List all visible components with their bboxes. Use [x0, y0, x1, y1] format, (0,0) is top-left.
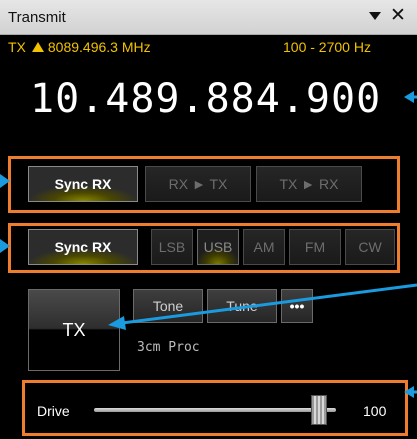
- window-title: Transmit: [8, 9, 66, 26]
- more-label: •••: [289, 298, 305, 314]
- mode-button-cw[interactable]: CW: [345, 229, 395, 265]
- close-icon[interactable]: ✕: [388, 6, 408, 26]
- tone-label: Tone: [152, 298, 184, 314]
- tune-button[interactable]: Tune: [207, 289, 277, 323]
- mode-button-fm[interactable]: FM: [289, 229, 341, 265]
- mode-label-fm: FM: [304, 239, 326, 255]
- mode-button-am[interactable]: AM: [243, 229, 285, 265]
- tx-frequency-value: 8089.496.3 MHz: [47, 39, 151, 55]
- drive-value: 100: [363, 403, 387, 419]
- frequency-display[interactable]: 10.489.884.900: [30, 76, 381, 122]
- sync-rx-label: Sync RX: [54, 239, 112, 255]
- drive-slider-thumb[interactable]: [310, 395, 327, 425]
- tx-frequency-readout: TX 8089.496.3 MHz: [8, 39, 151, 55]
- warning-triangle-icon: [31, 42, 44, 52]
- mode-label-am: AM: [253, 239, 275, 255]
- title-bar: Transmit ✕: [0, 0, 417, 35]
- tx-to-rx-label: TX ► RX: [279, 176, 339, 192]
- rx-to-tx-button[interactable]: RX ► TX: [145, 166, 251, 202]
- sync-rx-button-row1[interactable]: Sync RX: [28, 166, 138, 202]
- sync-rx-label: Sync RX: [54, 176, 112, 192]
- more-button[interactable]: •••: [281, 289, 313, 323]
- annotation-arrow-frequency: [404, 91, 417, 103]
- drive-label: Drive: [37, 403, 70, 419]
- drive-slider-track[interactable]: [94, 408, 336, 412]
- tx-to-rx-button[interactable]: TX ► RX: [256, 166, 362, 202]
- sync-rx-button-row2[interactable]: Sync RX: [28, 229, 138, 265]
- tune-label: Tune: [226, 298, 258, 314]
- tx-button[interactable]: TX: [28, 289, 120, 371]
- tx-label: TX: [62, 319, 86, 340]
- mode-label-usb: USB: [203, 239, 233, 255]
- annotation-arrows: [0, 91, 417, 398]
- triangle-down-icon[interactable]: [366, 7, 384, 25]
- tx-prefix: TX: [8, 39, 26, 55]
- transmit-panel: Transmit ✕ TX 8089.496.3 MHz 100 - 2700 H…: [0, 0, 417, 439]
- rx-to-tx-label: RX ► TX: [168, 176, 228, 192]
- mode-button-usb[interactable]: USB: [197, 229, 239, 265]
- mode-label-cw: CW: [358, 239, 382, 255]
- filter-range: 100 - 2700 Hz: [283, 39, 371, 55]
- proc-label: 3cm Proc: [137, 340, 200, 355]
- mode-button-lsb[interactable]: LSB: [151, 229, 193, 265]
- tone-button[interactable]: Tone: [133, 289, 203, 323]
- mode-label-lsb: LSB: [158, 239, 186, 255]
